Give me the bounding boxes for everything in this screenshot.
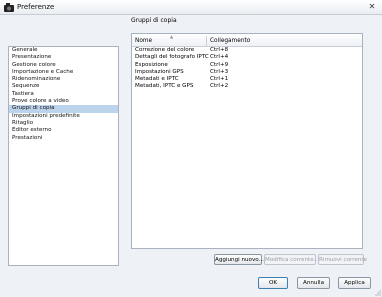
sidebar-item-generale[interactable]: Generale bbox=[9, 47, 118, 54]
close-button[interactable]: ✕ bbox=[367, 2, 377, 12]
row-shortcut: Ctrl+1 bbox=[210, 76, 229, 83]
ok-button[interactable]: OK bbox=[258, 277, 288, 289]
row-shortcut: Ctrl+4 bbox=[210, 54, 229, 61]
table-row[interactable]: Impostazioni GPS Ctrl+3 bbox=[132, 69, 362, 76]
sidebar-item-presentazione[interactable]: Presentazione bbox=[9, 54, 118, 61]
table-row[interactable]: Metadati e IPTC Ctrl+1 bbox=[132, 76, 362, 83]
table-header: ▲ Nome Collegamento bbox=[132, 34, 362, 47]
add-new-button[interactable]: Aggiungi nuovo... bbox=[214, 254, 264, 265]
table-row[interactable]: Dettagli del fotografo IPTC Ctrl+4 bbox=[132, 54, 362, 61]
cancel-button[interactable]: Annulla bbox=[297, 277, 330, 289]
row-shortcut: Ctrl+3 bbox=[210, 68, 229, 75]
row-name: Dettagli del fotografo IPTC bbox=[135, 54, 209, 61]
column-divider[interactable] bbox=[206, 36, 207, 46]
column-header-shortcut[interactable]: Collegamento bbox=[210, 38, 250, 44]
row-shortcut: Ctrl+2 bbox=[210, 83, 229, 90]
remove-current-button[interactable]: Rimuovi corrente bbox=[318, 254, 367, 265]
apply-button[interactable]: Applica bbox=[338, 277, 371, 289]
row-shortcut: Ctrl+8 bbox=[210, 47, 229, 53]
table-row[interactable]: Correzione del colore Ctrl+8 bbox=[132, 47, 362, 54]
table-row[interactable]: Metadati, IPTC e GPS Ctrl+2 bbox=[132, 83, 362, 90]
sidebar-item-prove-colore[interactable]: Prove colore a video bbox=[9, 98, 118, 105]
preferences-category-list[interactable]: Generale Presentazione Gestione colore I… bbox=[8, 46, 119, 266]
copy-groups-table[interactable]: ▲ Nome Collegamento Correzione del color… bbox=[131, 33, 363, 249]
sort-ascending-icon: ▲ bbox=[170, 34, 174, 39]
panel-title: Gruppi di copia bbox=[131, 17, 177, 24]
sidebar-item-impostazioni-predefinite[interactable]: Impostazioni predefinite bbox=[9, 113, 118, 120]
sidebar-item-gestione-colore[interactable]: Gestione colore bbox=[9, 62, 118, 69]
row-name: Metadati e IPTC bbox=[135, 76, 179, 83]
resize-grip-icon[interactable] bbox=[375, 290, 381, 296]
row-name: Correzione del colore bbox=[135, 47, 195, 53]
row-name: Metadati, IPTC e GPS bbox=[135, 83, 194, 90]
sidebar-item-tastiera[interactable]: Tastiera bbox=[9, 91, 118, 98]
sidebar-item-gruppi-di-copia[interactable]: Gruppi di copia bbox=[9, 105, 118, 113]
sidebar-item-ritaglio[interactable]: Ritaglio bbox=[9, 120, 118, 127]
title-bar: Preferenze ✕ bbox=[0, 0, 382, 15]
column-header-name[interactable]: Nome bbox=[135, 38, 152, 44]
sidebar-item-sequenze[interactable]: Sequenze bbox=[9, 83, 118, 90]
sidebar-item-importazione-cache[interactable]: Importazione e Cache bbox=[9, 69, 118, 76]
row-name: Esposizione bbox=[135, 61, 168, 68]
table-row[interactable]: Esposizione Ctrl+9 bbox=[132, 62, 362, 69]
edit-current-button[interactable]: Modifica corrente... bbox=[264, 254, 319, 265]
sidebar-item-prestazioni[interactable]: Prestazioni bbox=[9, 135, 118, 142]
sidebar-item-editor-esterno[interactable]: Editor esterno bbox=[9, 127, 118, 134]
app-icon bbox=[4, 3, 14, 12]
row-name: Impostazioni GPS bbox=[135, 68, 184, 75]
window-title: Preferenze bbox=[17, 3, 55, 11]
sidebar-item-ridenominazione[interactable]: Ridenominazione bbox=[9, 76, 118, 83]
row-shortcut: Ctrl+9 bbox=[210, 61, 229, 68]
